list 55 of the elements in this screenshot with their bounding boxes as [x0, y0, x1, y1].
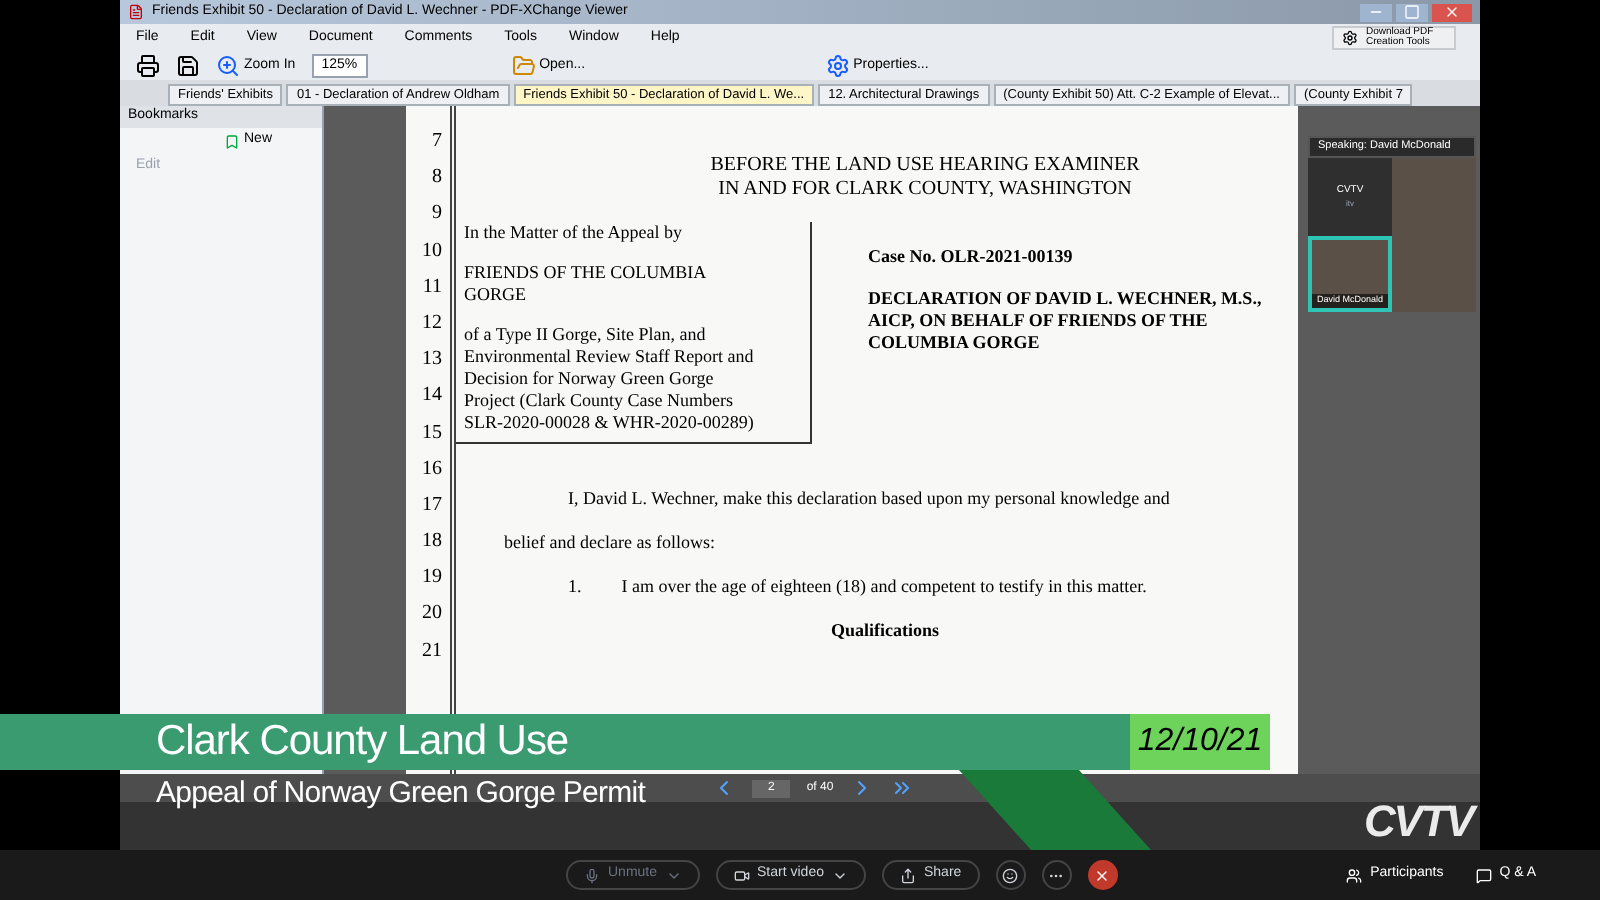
last-page-icon[interactable]: [889, 776, 914, 800]
banner-date: 12/10/21: [1137, 722, 1263, 762]
section-heading: Qualifications: [828, 620, 941, 642]
caption-text: of a Type II Gorge, Site Plan, and Environmental Review Staff Report and Decision for Norway Green Gorge Project (Clark County Case Numbers SLR-2020-00028 & WHR-2020-00289): [464, 324, 756, 434]
close-icon: [1444, 4, 1460, 20]
camera-icon: [733, 867, 750, 883]
save-icon[interactable]: [176, 54, 200, 78]
banner-subtitle: Appeal of Norway Green Gorge Permit: [156, 774, 645, 814]
gear-icon: [1342, 30, 1358, 46]
gear-icon: [825, 54, 850, 78]
minimize-button[interactable]: [1360, 3, 1392, 21]
heading-line: BEFORE THE LAND USE HEARING EXAMINER: [708, 154, 1142, 178]
folder-icon: [511, 54, 536, 78]
list-item-text: I am over the age of eighteen (18) and competent to testify in this matter.: [621, 576, 1147, 598]
people-icon: [1346, 867, 1363, 883]
line-number: 10: [422, 239, 442, 266]
line-number: 20: [422, 602, 442, 629]
line-number: 8: [432, 166, 442, 193]
channel-logo: CVTV: [1364, 794, 1473, 850]
microphone-icon: [584, 867, 600, 883]
caption-text: FRIENDS OF THE COLUMBIA GORGE: [464, 262, 708, 306]
banner-title: Clark County Land Use: [156, 716, 569, 769]
share-icon: [899, 867, 916, 883]
declaration-title: DECLARATION OF DAVID L. WECHNER, M.S., AICP, ON BEHALF OF FRIENDS OF THE COLUMBIA GORGE: [868, 288, 1264, 354]
line-number: 21: [422, 639, 442, 666]
print-icon[interactable]: [136, 54, 160, 78]
line-number: 12: [422, 311, 442, 338]
line-number: 16: [422, 457, 442, 484]
list-number: 1.: [568, 576, 582, 598]
more-button[interactable]: [1041, 860, 1072, 890]
caption-text: In the Matter of the Appeal by: [464, 222, 684, 244]
leave-button[interactable]: [1087, 860, 1118, 890]
line-number: 13: [422, 348, 442, 375]
paragraph: I, David L. Wechner, make this declaration based upon my personal knowledge and: [566, 488, 1172, 510]
case-number: Case No. OLR-2021-00139: [868, 246, 1075, 268]
reactions-button[interactable]: [995, 860, 1026, 890]
line-number: 19: [422, 566, 442, 593]
close-icon: [1094, 867, 1111, 883]
smiley-icon: [1002, 867, 1019, 883]
close-button[interactable]: [1432, 3, 1472, 21]
paragraph: belief and declare as follows:: [504, 532, 717, 554]
line-number: 11: [422, 275, 442, 302]
line-number: 17: [422, 493, 442, 520]
line-number: 15: [422, 421, 442, 447]
maximize-button[interactable]: [1396, 3, 1428, 21]
app-icon: [128, 4, 144, 20]
maximize-icon: [1404, 4, 1420, 20]
line-number: 9: [432, 202, 442, 229]
heading-line: IN AND FOR CLARK COUNTY, WASHINGTON: [716, 178, 1134, 202]
zoom-in-icon: [216, 54, 240, 78]
line-number: 18: [422, 530, 442, 557]
line-number: 7: [432, 130, 442, 156]
line-number: 14: [422, 384, 442, 411]
bookmark-icon: [224, 133, 240, 149]
chat-icon: [1475, 867, 1492, 883]
